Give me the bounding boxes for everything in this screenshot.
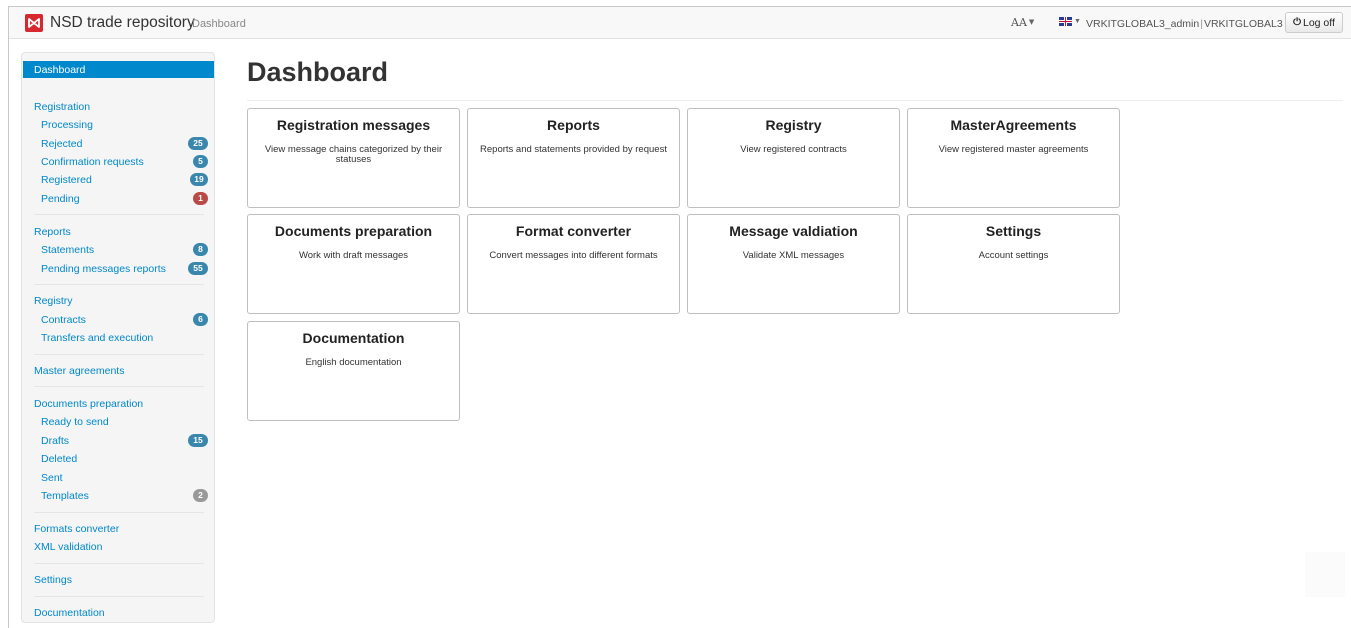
sidebar-divider: [34, 386, 204, 387]
logoff-button[interactable]: ⏻ Log off: [1285, 12, 1343, 33]
registered-count-badge: 19: [190, 173, 208, 186]
scroll-to-top-button[interactable]: [1305, 552, 1345, 597]
sidebar-item-ready-to-send[interactable]: Ready to send: [41, 416, 109, 428]
statements-count-badge: 8: [193, 243, 208, 256]
card-master-agreements[interactable]: MasterAgreements View registered master …: [907, 108, 1120, 208]
card-description: Account settings: [978, 250, 1049, 261]
card-title: Settings: [985, 223, 1042, 239]
card-registry[interactable]: Registry View registered contracts: [687, 108, 900, 208]
sidebar-item-templates[interactable]: Templates: [41, 490, 89, 502]
nsd-logo-icon[interactable]: [25, 14, 43, 32]
sidebar-divider: [34, 512, 204, 513]
card-description: View registered master agreements: [938, 144, 1089, 155]
sidebar-divider: [34, 284, 204, 285]
card-format-converter[interactable]: Format converter Convert messages into d…: [467, 214, 680, 314]
pending-count-badge: 1: [193, 192, 208, 205]
sidebar-section-documents-preparation[interactable]: Documents preparation: [34, 398, 143, 410]
card-title: Format converter: [515, 223, 632, 239]
card-documents-preparation[interactable]: Documents preparation Work with draft me…: [247, 214, 460, 314]
sidebar-nav: Dashboard Registration Processing Reject…: [21, 52, 215, 623]
chevron-down-icon: ▼: [1074, 18, 1081, 25]
app-frame: NSD trade repository Dashboard AA ▼ ▼ VRK…: [8, 6, 1351, 628]
user-separator: |: [1200, 18, 1203, 30]
card-title: Documents preparation: [274, 223, 433, 239]
sidebar-divider: [34, 214, 204, 215]
pending-reports-count-badge: 55: [188, 262, 208, 275]
card-title: Registry: [765, 117, 822, 133]
sidebar-item-pending[interactable]: Pending: [41, 193, 80, 205]
sidebar-item-documentation[interactable]: Documentation: [34, 607, 105, 619]
card-title: Registration messages: [276, 117, 431, 133]
sidebar-divider: [34, 354, 204, 355]
power-icon: ⏻: [1293, 17, 1301, 28]
uk-flag-icon: [1059, 17, 1072, 26]
card-description: English documentation: [305, 357, 402, 368]
sidebar-item-registered[interactable]: Registered: [41, 174, 92, 186]
sidebar-item-deleted[interactable]: Deleted: [41, 453, 77, 465]
card-title: MasterAgreements: [950, 117, 1077, 133]
user-info: VRKITGLOBAL3_admin|VRKITGLOBAL3: [1086, 18, 1283, 30]
breadcrumb: Dashboard: [192, 18, 246, 30]
card-description: Validate XML messages: [742, 250, 845, 261]
user-org: VRKITGLOBAL3: [1203, 18, 1283, 30]
card-title: Message valdiation: [729, 223, 858, 239]
sidebar-item-sent[interactable]: Sent: [41, 472, 63, 484]
user-login: VRKITGLOBAL3_admin: [1086, 18, 1200, 30]
sidebar-item-contracts[interactable]: Contracts: [41, 314, 86, 326]
logoff-label: Log off: [1303, 16, 1335, 29]
templates-count-badge: 2: [193, 489, 208, 502]
title-divider: [247, 100, 1343, 101]
sidebar-item-formats-converter[interactable]: Formats converter: [34, 523, 119, 535]
card-reports[interactable]: Reports Reports and statements provided …: [467, 108, 680, 208]
rejected-count-badge: 25: [188, 137, 208, 150]
sidebar-item-pending-messages-reports[interactable]: Pending messages reports: [41, 263, 166, 275]
sidebar-divider: [34, 563, 204, 564]
font-size-icon: AA: [1011, 16, 1027, 29]
card-message-validation[interactable]: Message valdiation Validate XML messages: [687, 214, 900, 314]
sidebar-item-processing[interactable]: Processing: [41, 119, 93, 131]
sidebar-item-rejected[interactable]: Rejected: [41, 138, 82, 150]
confirmation-count-badge: 5: [193, 155, 208, 168]
card-description: View registered contracts: [740, 144, 847, 155]
card-description: View message chains categorized by their…: [264, 144, 443, 165]
sidebar-section-registration[interactable]: Registration: [34, 101, 90, 113]
contracts-count-badge: 6: [193, 313, 208, 326]
chevron-down-icon: ▼: [1028, 18, 1035, 26]
card-title: Reports: [547, 117, 600, 133]
font-size-menu[interactable]: AA ▼: [1011, 16, 1034, 29]
card-description: Reports and statements provided by reque…: [480, 144, 667, 155]
card-documentation[interactable]: Documentation English documentation: [247, 321, 460, 421]
sidebar-divider: [34, 596, 204, 597]
card-registration-messages[interactable]: Registration messages View message chain…: [247, 108, 460, 208]
sidebar-item-master-agreements[interactable]: Master agreements: [34, 365, 124, 377]
page-title: Dashboard: [247, 57, 389, 87]
sidebar-item-settings[interactable]: Settings: [34, 574, 72, 586]
sidebar-item-xml-validation[interactable]: XML validation: [34, 541, 102, 553]
sidebar-item-transfers-and-execution[interactable]: Transfers and execution: [41, 332, 153, 344]
top-navbar: NSD trade repository Dashboard AA ▼ ▼ VRK…: [9, 7, 1351, 39]
sidebar-item-drafts[interactable]: Drafts: [41, 435, 69, 447]
sidebar-item-statements[interactable]: Statements: [41, 244, 94, 256]
card-description: Convert messages into different formats: [489, 250, 658, 261]
card-settings[interactable]: Settings Account settings: [907, 214, 1120, 314]
drafts-count-badge: 15: [188, 434, 208, 447]
language-menu[interactable]: ▼: [1059, 17, 1081, 27]
sidebar-item-confirmation-requests[interactable]: Confirmation requests: [41, 156, 144, 168]
card-title: Documentation: [302, 330, 405, 346]
sidebar-item-dashboard[interactable]: Dashboard: [23, 61, 214, 78]
sidebar-section-registry[interactable]: Registry: [34, 295, 73, 307]
brand-name[interactable]: NSD trade repository: [50, 14, 195, 32]
sidebar-section-reports[interactable]: Reports: [34, 226, 71, 238]
card-description: Work with draft messages: [298, 250, 409, 261]
